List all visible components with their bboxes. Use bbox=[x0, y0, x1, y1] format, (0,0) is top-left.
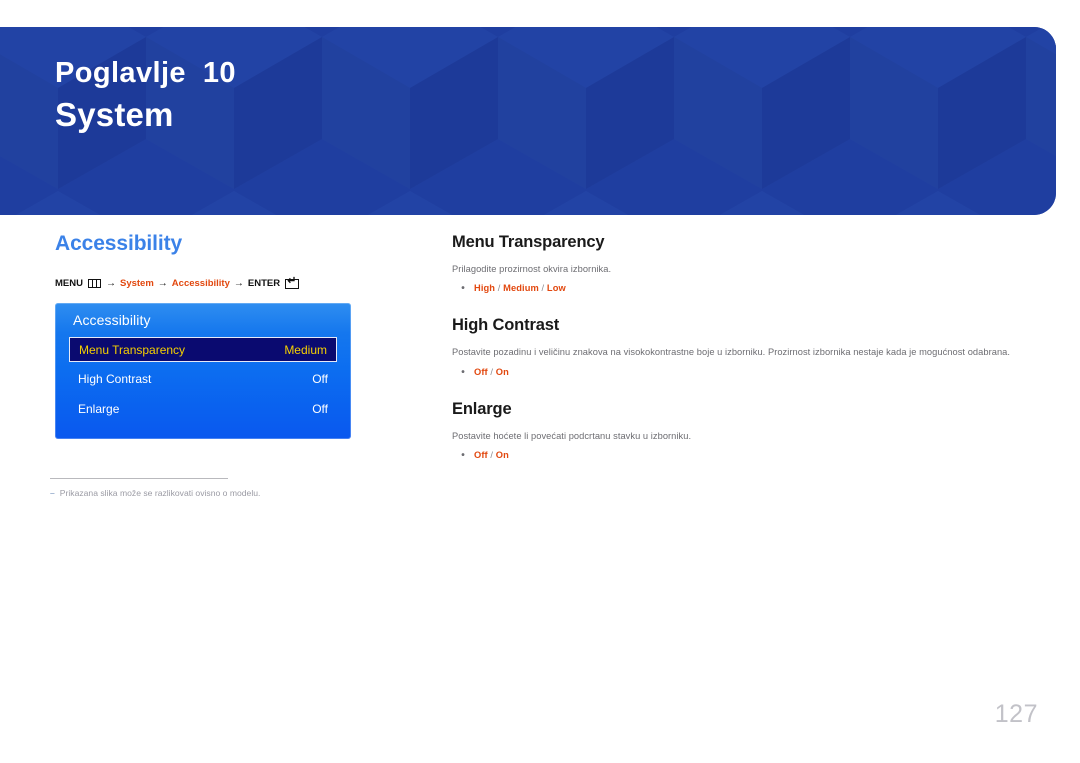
osd-menu-title: Accessibility bbox=[73, 312, 151, 328]
option-value: Off bbox=[474, 450, 488, 461]
setting-options-row: • High / Medium / Low bbox=[452, 283, 1022, 294]
option-value: On bbox=[495, 450, 509, 461]
breadcrumb-item-accessibility: Accessibility bbox=[171, 278, 230, 289]
osd-row-menu-transparency[interactable]: Menu Transparency Medium bbox=[69, 337, 337, 362]
setting-block-high-contrast: High Contrast Postavite pozadinu i velič… bbox=[452, 316, 1022, 377]
setting-description: Prilagodite prozirnost okvira izbornika. bbox=[452, 264, 612, 274]
option-value: On bbox=[495, 366, 509, 377]
osd-row-label: Menu Transparency bbox=[79, 342, 186, 357]
breadcrumb-arrow-2: → bbox=[157, 278, 168, 289]
option-value: Low bbox=[546, 283, 566, 294]
chapter-banner: Poglavlje 10 System bbox=[0, 27, 1056, 215]
bullet-icon: • bbox=[461, 366, 465, 378]
osd-row-high-contrast[interactable]: High Contrast Off bbox=[69, 365, 337, 392]
option-value: Medium bbox=[503, 283, 539, 294]
breadcrumb-item-system: System bbox=[119, 278, 154, 289]
setting-description: Postavite pozadinu i veličinu znakova na… bbox=[452, 347, 1011, 358]
setting-title: Menu Transparency bbox=[452, 233, 605, 251]
option-value: Off bbox=[474, 366, 488, 377]
setting-title: Enlarge bbox=[452, 399, 512, 418]
osd-row-value: Off bbox=[312, 401, 328, 416]
setting-option-values: High / Medium / Low bbox=[474, 283, 566, 294]
option-value: High bbox=[474, 283, 496, 294]
setting-block-menu-transparency: Menu Transparency Prilagodite prozirnost… bbox=[452, 233, 1022, 294]
left-column: Accessibility MENU → System → Accessibil… bbox=[55, 232, 385, 439]
setting-title: High Contrast bbox=[452, 316, 560, 335]
menu-grid-icon bbox=[87, 279, 101, 288]
right-column: Menu Transparency Prilagodite prozirnost… bbox=[452, 233, 1022, 483]
bullet-icon: • bbox=[461, 450, 465, 462]
footnote-text: Prikazana slika može se razlikovati ovis… bbox=[59, 488, 261, 498]
breadcrumb-arrow-3: → bbox=[233, 278, 244, 289]
footnote-divider bbox=[50, 478, 228, 479]
osd-row-label: High Contrast bbox=[78, 371, 152, 386]
footnote-text-row: – Prikazana slika može se razlikovati ov… bbox=[50, 488, 350, 498]
breadcrumb-menu-label: MENU bbox=[55, 278, 83, 289]
breadcrumb: MENU → System → Accessibility → ENTER bbox=[55, 276, 385, 289]
setting-options-row: • Off / On bbox=[452, 367, 1022, 378]
osd-row-value: Off bbox=[312, 371, 328, 386]
setting-block-enlarge: Enlarge Postavite hoćete li povećati pod… bbox=[452, 400, 1022, 461]
chapter-title: System bbox=[55, 96, 174, 134]
setting-options-row: • Off / On bbox=[452, 450, 1022, 461]
page-number: 127 bbox=[994, 700, 1038, 728]
osd-row-label: Enlarge bbox=[78, 401, 120, 416]
osd-menu-mockup: Accessibility Menu Transparency Medium H… bbox=[55, 303, 351, 439]
setting-option-values: Off / On bbox=[474, 366, 509, 377]
document-page: Poglavlje 10 System Accessibility MENU →… bbox=[0, 0, 1080, 763]
footnote: – Prikazana slika može se razlikovati ov… bbox=[50, 478, 350, 498]
page-title: Accessibility bbox=[55, 232, 183, 255]
osd-row-enlarge[interactable]: Enlarge Off bbox=[69, 395, 337, 422]
bullet-icon: • bbox=[461, 283, 465, 295]
footnote-dash: – bbox=[50, 488, 55, 498]
setting-description: Postavite hoćete li povećati podcrtanu s… bbox=[452, 430, 692, 441]
setting-option-values: Off / On bbox=[474, 450, 509, 461]
enter-return-icon bbox=[285, 276, 300, 289]
breadcrumb-arrow-1: → bbox=[105, 278, 116, 289]
breadcrumb-enter-label: ENTER bbox=[247, 278, 281, 289]
banner-text-group: Poglavlje 10 System bbox=[55, 55, 236, 137]
osd-row-value: Medium bbox=[284, 342, 327, 357]
chapter-label: Poglavlje 10 bbox=[55, 57, 236, 89]
